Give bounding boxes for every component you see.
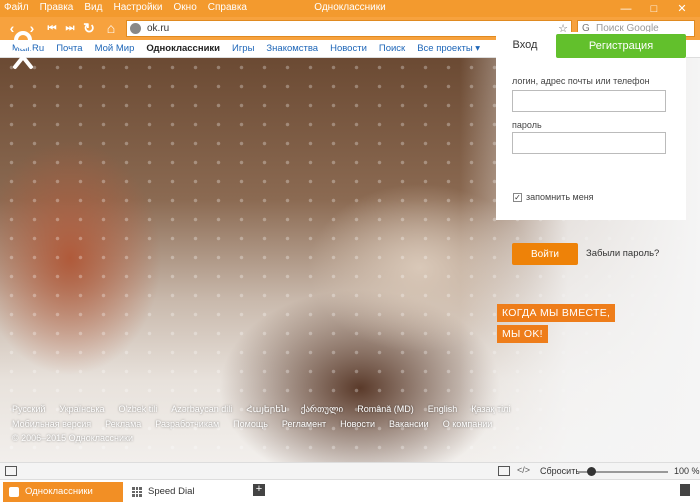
minimize-button[interactable]: —: [612, 0, 640, 17]
title-bar: Файл Правка Вид Настройки Окно Справка О…: [0, 0, 700, 17]
lang-link[interactable]: Azərbaycan dili: [171, 404, 232, 415]
slogan: КОГДА МЫ ВМЕСТЕ, МЫ OK!: [497, 304, 616, 343]
speed-dial-icon: [132, 487, 142, 497]
footer-link-news[interactable]: Новости: [340, 419, 375, 429]
trash-icon[interactable]: [680, 484, 690, 496]
portal-link-dating[interactable]: Знакомства: [266, 43, 318, 54]
lang-link[interactable]: Română (MD): [357, 404, 414, 415]
code-icon[interactable]: </>: [517, 465, 530, 475]
login-tab[interactable]: Вход: [496, 32, 554, 58]
login-label: логин, адрес почты или телефон: [512, 76, 650, 86]
tab-speed-dial[interactable]: Speed Dial: [126, 482, 248, 502]
home-button[interactable]: ⌂: [102, 19, 120, 37]
fast-forward-button[interactable]: ⏭: [61, 19, 79, 37]
tab-odnoklassniki[interactable]: Одноклассники: [3, 482, 123, 502]
zoom-reset-button[interactable]: Сбросить: [540, 466, 580, 476]
register-tab[interactable]: Регистрация: [556, 34, 686, 58]
login-card: Вход Регистрация логин, адрес почты или …: [496, 32, 686, 220]
slogan-line-1: КОГДА МЫ ВМЕСТЕ,: [497, 304, 616, 322]
lang-link[interactable]: Русский: [12, 404, 45, 415]
status-bar: </> Сбросить 100 %: [0, 462, 700, 479]
window-title: Одноклассники: [314, 2, 386, 13]
footer-link-rules[interactable]: Регламент: [282, 419, 326, 429]
tab-bar: Одноклассники Speed Dial +: [0, 479, 700, 503]
portal-link-odnoklassniki[interactable]: Одноклассники: [146, 43, 220, 54]
portal-link-news[interactable]: Новости: [330, 43, 367, 54]
lang-link[interactable]: Қазақ тілі: [471, 404, 510, 415]
page-footer: Русский Українська O'zbek tili Azərbayca…: [12, 404, 692, 447]
lang-link[interactable]: O'zbek tili: [118, 404, 157, 415]
reload-button[interactable]: ↻: [80, 19, 98, 37]
login-input[interactable]: [512, 90, 666, 112]
copyright: © 2006–2015 Одноклассники: [12, 433, 133, 443]
lang-link[interactable]: Українська: [59, 404, 104, 415]
footer-link-mobile[interactable]: Мобильная версия: [12, 419, 91, 429]
favicon-icon: [9, 487, 19, 497]
footer-links: Мобильная версия Реклама Разработчикам П…: [12, 419, 692, 429]
password-input[interactable]: [512, 132, 666, 154]
address-url[interactable]: ok.ru: [147, 23, 169, 34]
lang-link[interactable]: Հայերեն: [246, 404, 286, 415]
login-button[interactable]: Войти: [512, 243, 578, 265]
remember-label: запомнить меня: [526, 192, 594, 202]
footer-link-jobs[interactable]: Вакансии: [389, 419, 429, 429]
close-button[interactable]: ✕: [668, 0, 696, 17]
images-toggle-icon[interactable]: [498, 466, 510, 476]
password-label: пароль: [512, 120, 542, 130]
zoom-level: 100 %: [674, 466, 700, 476]
portal-link-games[interactable]: Игры: [232, 43, 254, 54]
footer-link-help[interactable]: Помощь: [233, 419, 268, 429]
lang-link[interactable]: ქართული: [301, 404, 344, 415]
portal-link-myworld[interactable]: Мой Мир: [95, 43, 135, 54]
language-list: Русский Українська O'zbek tili Azərbayca…: [12, 404, 692, 415]
ok-logo-icon[interactable]: [10, 30, 36, 70]
footer-link-developers[interactable]: Разработчикам: [155, 419, 219, 429]
new-tab-button[interactable]: +: [253, 484, 265, 496]
panel-toggle-icon[interactable]: [5, 466, 17, 476]
site-info-icon[interactable]: [130, 23, 141, 34]
portal-link-all-projects[interactable]: Все проекты ▾: [417, 43, 480, 54]
footer-link-about[interactable]: О компании: [443, 419, 493, 429]
rewind-button[interactable]: ⏮: [43, 19, 61, 37]
remember-checkbox[interactable]: ✓: [513, 193, 522, 202]
forgot-password-link[interactable]: Забыли пароль?: [586, 248, 659, 259]
window-controls: — □ ✕: [612, 0, 696, 17]
portal-link-search[interactable]: Поиск: [379, 43, 405, 54]
tab-title: Одноклассники: [25, 486, 93, 497]
maximize-button[interactable]: □: [640, 0, 668, 17]
tab-title: Speed Dial: [148, 486, 195, 497]
portal-link-mail[interactable]: Почта: [56, 43, 82, 54]
zoom-slider-handle[interactable]: [587, 467, 596, 476]
slogan-line-2: МЫ OK!: [497, 325, 548, 343]
lang-link[interactable]: English: [428, 404, 458, 415]
footer-link-ads[interactable]: Реклама: [105, 419, 141, 429]
